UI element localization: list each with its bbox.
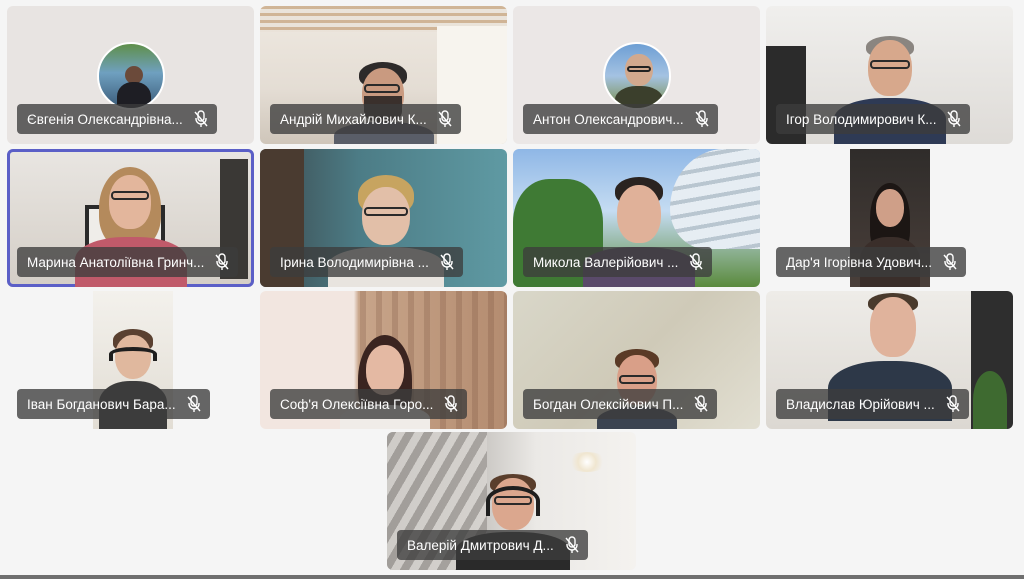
participant-name: Євгенія Олександрівна... (27, 111, 183, 127)
participant-name-label: Дар'я Ігорівна Удович... (776, 247, 966, 277)
participant-tile-8[interactable]: Дар'я Ігорівна Удович... (766, 149, 1013, 287)
participant-tile-5[interactable]: Марина Анатоліївна Гринч... (7, 149, 254, 287)
participant-name: Богдан Олексійович П... (533, 396, 684, 412)
participant-tile-6[interactable]: Ірина Володимирівна ... (260, 149, 507, 287)
mic-off-icon (946, 395, 960, 412)
participant-tile-7[interactable]: Микола Валерійович ... (513, 149, 760, 287)
participant-tile-1[interactable]: Євгенія Олександрівна... (7, 6, 254, 144)
participant-tile-4[interactable]: Ігор Володимирович К... (766, 6, 1013, 144)
participant-name: Андрій Михайлович К... (280, 111, 427, 127)
participant-name-label: Богдан Олексійович П... (523, 389, 718, 419)
participant-name-label: Владислав Юрійович ... (776, 389, 969, 419)
participant-avatar (602, 42, 671, 110)
mic-off-icon (565, 536, 579, 553)
participant-name: Іван Богданович Бара... (27, 396, 176, 412)
participant-avatar (96, 42, 165, 110)
participant-name: Соф'я Олексіївна Горо... (280, 396, 434, 412)
mic-off-icon (187, 395, 201, 412)
participant-name-label: Євгенія Олександрівна... (17, 104, 217, 134)
participant-name: Валерій Дмитрович Д... (407, 537, 554, 553)
participant-name-label: Ігор Володимирович К... (776, 104, 971, 134)
participant-tile-2[interactable]: Андрій Михайлович К... (260, 6, 507, 144)
participant-name-label: Антон Олександрович... (523, 104, 718, 134)
participant-name: Ірина Володимирівна ... (280, 254, 429, 270)
mic-off-icon (947, 110, 962, 127)
scrollbar[interactable] (0, 575, 1024, 579)
mic-off-icon (215, 253, 229, 270)
participant-name: Микола Валерійович ... (533, 254, 679, 270)
participant-tile-10[interactable]: Соф'я Олексіївна Горо... (260, 291, 507, 429)
participant-tile-11[interactable]: Богдан Олексійович П... (513, 291, 760, 429)
participant-name: Марина Анатоліївна Гринч... (27, 254, 205, 270)
mic-off-icon (438, 110, 452, 127)
participant-name-label: Андрій Михайлович К... (270, 104, 461, 134)
participant-name-label: Марина Анатоліївна Гринч... (17, 247, 239, 277)
mic-off-icon (695, 110, 709, 127)
participant-name: Антон Олександрович... (533, 111, 684, 127)
mic-off-icon (943, 253, 957, 270)
participant-name-label: Валерій Дмитрович Д... (397, 530, 588, 560)
meeting-gallery: Євгенія Олександрівна... Андрій Михайлов… (0, 0, 1024, 579)
participant-name-label: Іван Богданович Бара... (17, 389, 210, 419)
participant-tile-3[interactable]: Антон Олександрович... (513, 6, 760, 144)
participant-name: Ігор Володимирович К... (786, 111, 937, 127)
participant-tile-13[interactable]: Валерій Дмитрович Д... (387, 432, 636, 570)
mic-off-icon (440, 253, 454, 270)
participant-name-label: Ірина Володимирівна ... (270, 247, 463, 277)
mic-off-icon (694, 395, 708, 412)
mic-off-icon (194, 110, 208, 127)
participant-name: Владислав Юрійович ... (786, 396, 935, 412)
mic-off-icon (689, 253, 703, 270)
participant-name-label: Микола Валерійович ... (523, 247, 713, 277)
mic-off-icon (444, 395, 458, 412)
participant-name: Дар'я Ігорівна Удович... (786, 254, 932, 270)
participant-tile-12[interactable]: Владислав Юрійович ... (766, 291, 1013, 429)
participant-tile-9[interactable]: Іван Богданович Бара... (7, 291, 254, 429)
participant-name-label: Соф'я Олексіївна Горо... (270, 389, 468, 419)
